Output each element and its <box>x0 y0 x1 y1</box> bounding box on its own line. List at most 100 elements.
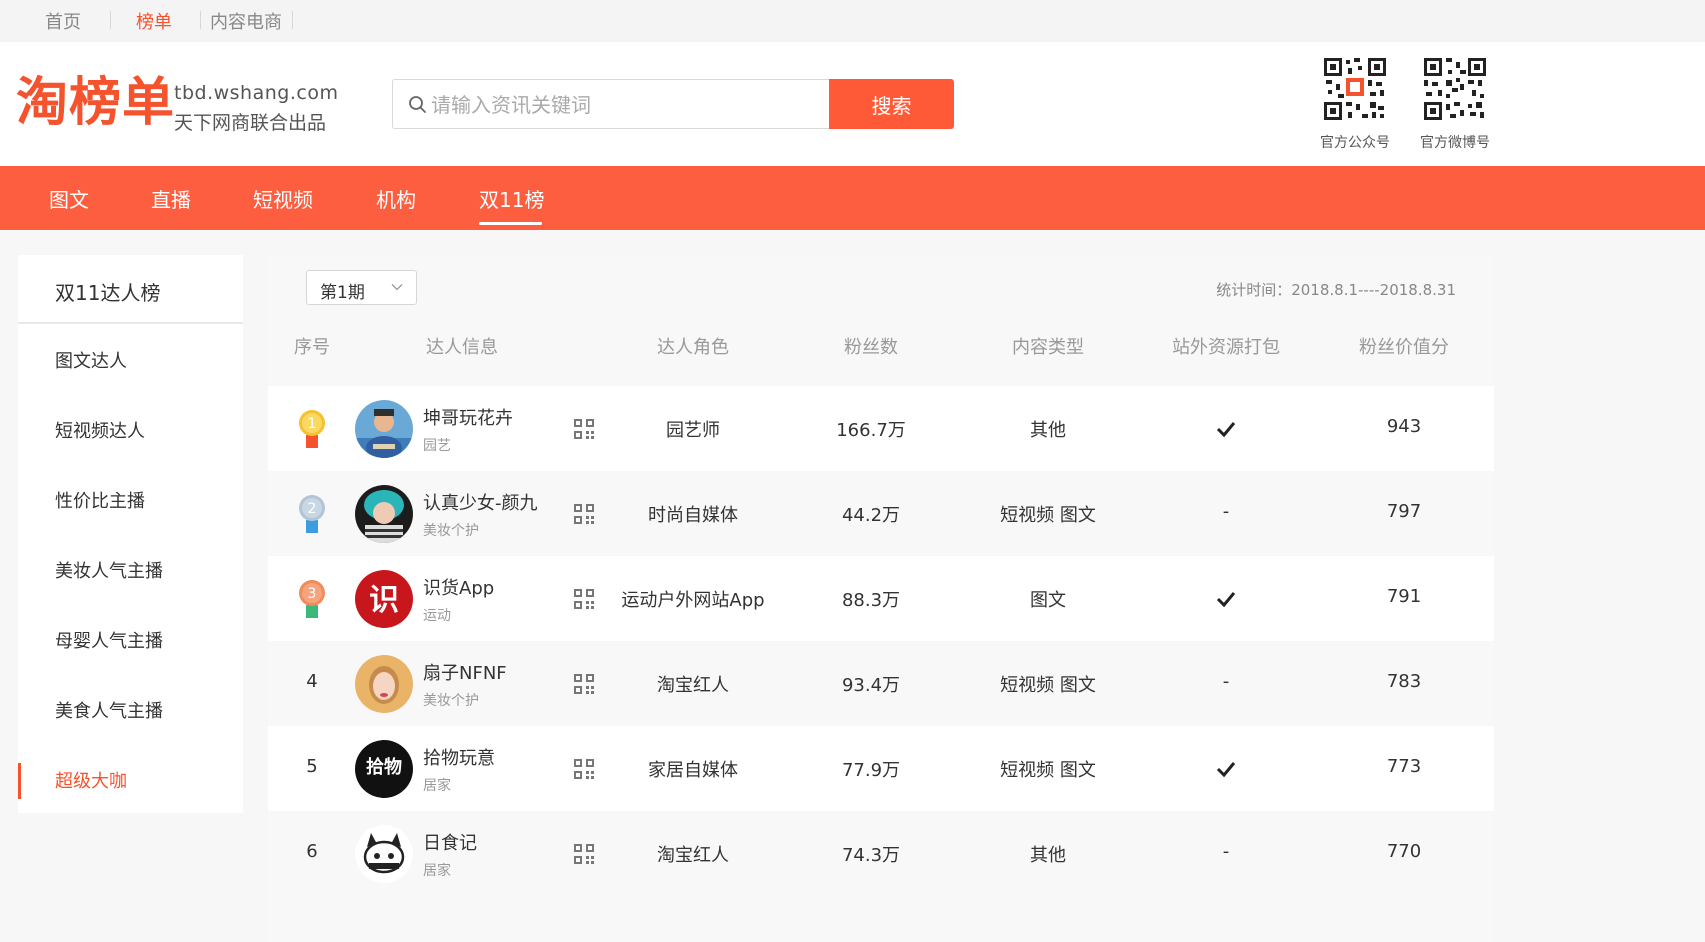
rank-number: 5 <box>306 756 318 777</box>
influencer-name[interactable]: 识货App <box>423 574 494 600</box>
gold-medal-icon: 1 <box>299 410 325 448</box>
content-type-cell: 其他 <box>1030 420 1066 441</box>
table-header: 序号 达人信息 达人角色 粉丝数 内容类型 站外资源打包 粉丝价值分 <box>268 323 1494 363</box>
avatar[interactable] <box>355 655 413 713</box>
sidebar-title-text: 双11达人榜 <box>55 281 161 305</box>
sidebar-item-label: 图文达人 <box>55 351 127 372</box>
influencer-name[interactable]: 认真少女-颜九 <box>423 489 538 515</box>
nav-item-tuwen[interactable]: 图文 <box>49 184 89 213</box>
influencer-category: 居家 <box>423 778 451 794</box>
sidebar-item-food-host[interactable]: 美食人气主播 <box>18 685 243 735</box>
header: 淘榜单 tbd.wshang.com 天下网商联合出品 搜索 官方公众号 <box>0 42 1705 166</box>
sidebar-item-label: 性价比主播 <box>55 491 145 512</box>
influencer-name[interactable]: 拾物玩意 <box>423 744 495 770</box>
score-cell: 770 <box>1386 841 1422 862</box>
role-cell: 运动户外网站App <box>621 590 765 611</box>
role-cell: 家居自媒体 <box>648 760 738 781</box>
influencer-name[interactable]: 日食记 <box>423 829 477 855</box>
divider <box>292 11 293 29</box>
avatar[interactable] <box>355 400 413 458</box>
search-icon <box>409 96 426 113</box>
sidebar-item-tuwen[interactable]: 图文达人 <box>18 335 243 385</box>
role-cell: 时尚自媒体 <box>648 505 738 526</box>
search-button[interactable]: 搜索 <box>829 79 954 129</box>
table-row[interactable]: 3 识 识货App 运动 运动户外网站App 88.3万 图文 791 <box>268 556 1494 641</box>
top-link-home[interactable]: 首页 <box>45 8 81 34</box>
nav-item-live[interactable]: 直播 <box>151 184 191 213</box>
score-cell: 797 <box>1386 501 1422 522</box>
divider <box>110 11 111 29</box>
content-type-cell: 短视频 图文 <box>1000 760 1096 781</box>
qr-code-icon[interactable] <box>573 673 595 695</box>
column-header: 序号 <box>294 337 330 358</box>
pack-cell: - <box>1222 501 1230 522</box>
pack-cell: - <box>1222 841 1230 862</box>
sidebar-item-label: 短视频达人 <box>55 421 145 442</box>
sidebar-item-beauty-host[interactable]: 美妆人气主播 <box>18 545 243 595</box>
silver-medal-icon: 2 <box>299 495 325 533</box>
qr-code-icon[interactable] <box>573 418 595 440</box>
sidebar-item-value-host[interactable]: 性价比主播 <box>18 475 243 525</box>
influencer-category: 园艺 <box>423 438 451 454</box>
chevron-down-icon <box>391 284 403 291</box>
fans-cell: 77.9万 <box>841 760 901 781</box>
qr-caption: 官方公众号 <box>1320 135 1390 151</box>
qr-code-icon[interactable] <box>573 588 595 610</box>
table-row[interactable]: 5 拾物 拾物玩意 居家 家居自媒体 77.9万 短视频 图文 773 <box>268 726 1494 811</box>
table-row[interactable]: 6 日食记 居家 淘宝红人 74.3万 其他 - 770 <box>268 811 1494 896</box>
qr-code-icon[interactable] <box>573 843 595 865</box>
sidebar-title: 双11达人榜 <box>18 255 243 324</box>
sidebar-item-super-star[interactable]: 超级大咖 <box>18 755 243 805</box>
fans-cell: 88.3万 <box>841 590 901 611</box>
period-select[interactable]: 第1期 <box>306 270 417 305</box>
main-nav: 图文 直播 短视频 机构 双11榜 <box>0 166 1705 230</box>
avatar[interactable] <box>355 825 413 883</box>
qr-code-icon <box>1322 56 1388 122</box>
logo[interactable]: 淘榜单 <box>16 74 175 132</box>
search-input[interactable] <box>431 88 821 122</box>
top-link-content-ecommerce[interactable]: 内容电商 <box>210 8 282 34</box>
influencer-name[interactable]: 扇子NFNF <box>423 659 507 685</box>
fans-cell: 44.2万 <box>841 505 901 526</box>
qr-official-account: 官方公众号 <box>1310 56 1400 152</box>
nav-item-institution[interactable]: 机构 <box>376 184 416 213</box>
score-cell: 783 <box>1386 671 1422 692</box>
content-type-cell: 其他 <box>1030 845 1066 866</box>
sidebar-item-label: 母婴人气主播 <box>55 631 163 652</box>
top-link-rankings[interactable]: 榜单 <box>136 8 172 34</box>
role-cell: 淘宝红人 <box>657 845 729 866</box>
fans-cell: 93.4万 <box>841 675 901 696</box>
avatar[interactable]: 识 <box>355 570 413 628</box>
sidebar-item-label: 超级大咖 <box>55 771 127 792</box>
fans-cell: 74.3万 <box>841 845 901 866</box>
score-cell: 791 <box>1386 586 1422 607</box>
divider <box>200 11 201 29</box>
nav-item-short-video[interactable]: 短视频 <box>253 184 313 213</box>
qr-official-weibo: 官方微博号 <box>1410 56 1500 152</box>
avatar[interactable]: 拾物 <box>355 740 413 798</box>
top-links-bar: 首页 榜单 内容电商 <box>0 0 1705 42</box>
qr-code-icon[interactable] <box>573 503 595 525</box>
nav-item-double11[interactable]: 双11榜 <box>479 184 544 213</box>
site-slogan: 天下网商联合出品 <box>174 112 327 134</box>
nav-active-indicator <box>479 222 542 225</box>
avatar-glyph: 识 <box>369 583 399 618</box>
sidebar-item-short-video[interactable]: 短视频达人 <box>18 405 243 455</box>
avatar[interactable] <box>355 485 413 543</box>
qr-code-icon[interactable] <box>573 758 595 780</box>
score-cell: 943 <box>1386 416 1422 437</box>
content-type-cell: 图文 <box>1030 590 1066 611</box>
table-row[interactable]: 1 坤哥玩花卉 园艺 园艺师 166.7万 其他 943 <box>268 386 1494 471</box>
avatar-glyph: 拾物 <box>366 756 402 778</box>
search-box <box>392 79 830 129</box>
influencer-category: 美妆个护 <box>423 523 479 539</box>
sidebar-item-baby-host[interactable]: 母婴人气主播 <box>18 615 243 665</box>
influencer-name[interactable]: 坤哥玩花卉 <box>423 404 513 430</box>
influencer-category: 运动 <box>423 608 451 624</box>
period-value: 第1期 <box>320 283 365 303</box>
checkmark-icon <box>1216 762 1236 778</box>
table-row[interactable]: 4 扇子NFNF 美妆个护 淘宝红人 93.4万 短视频 图文 - 783 <box>268 641 1494 726</box>
table-row[interactable]: 2 认真少女-颜九 美妆个护 时尚自媒体 44.2万 短视频 图文 - 797 <box>268 471 1494 556</box>
score-cell: 773 <box>1386 756 1422 777</box>
site-domain: tbd.wshang.com <box>174 82 339 104</box>
